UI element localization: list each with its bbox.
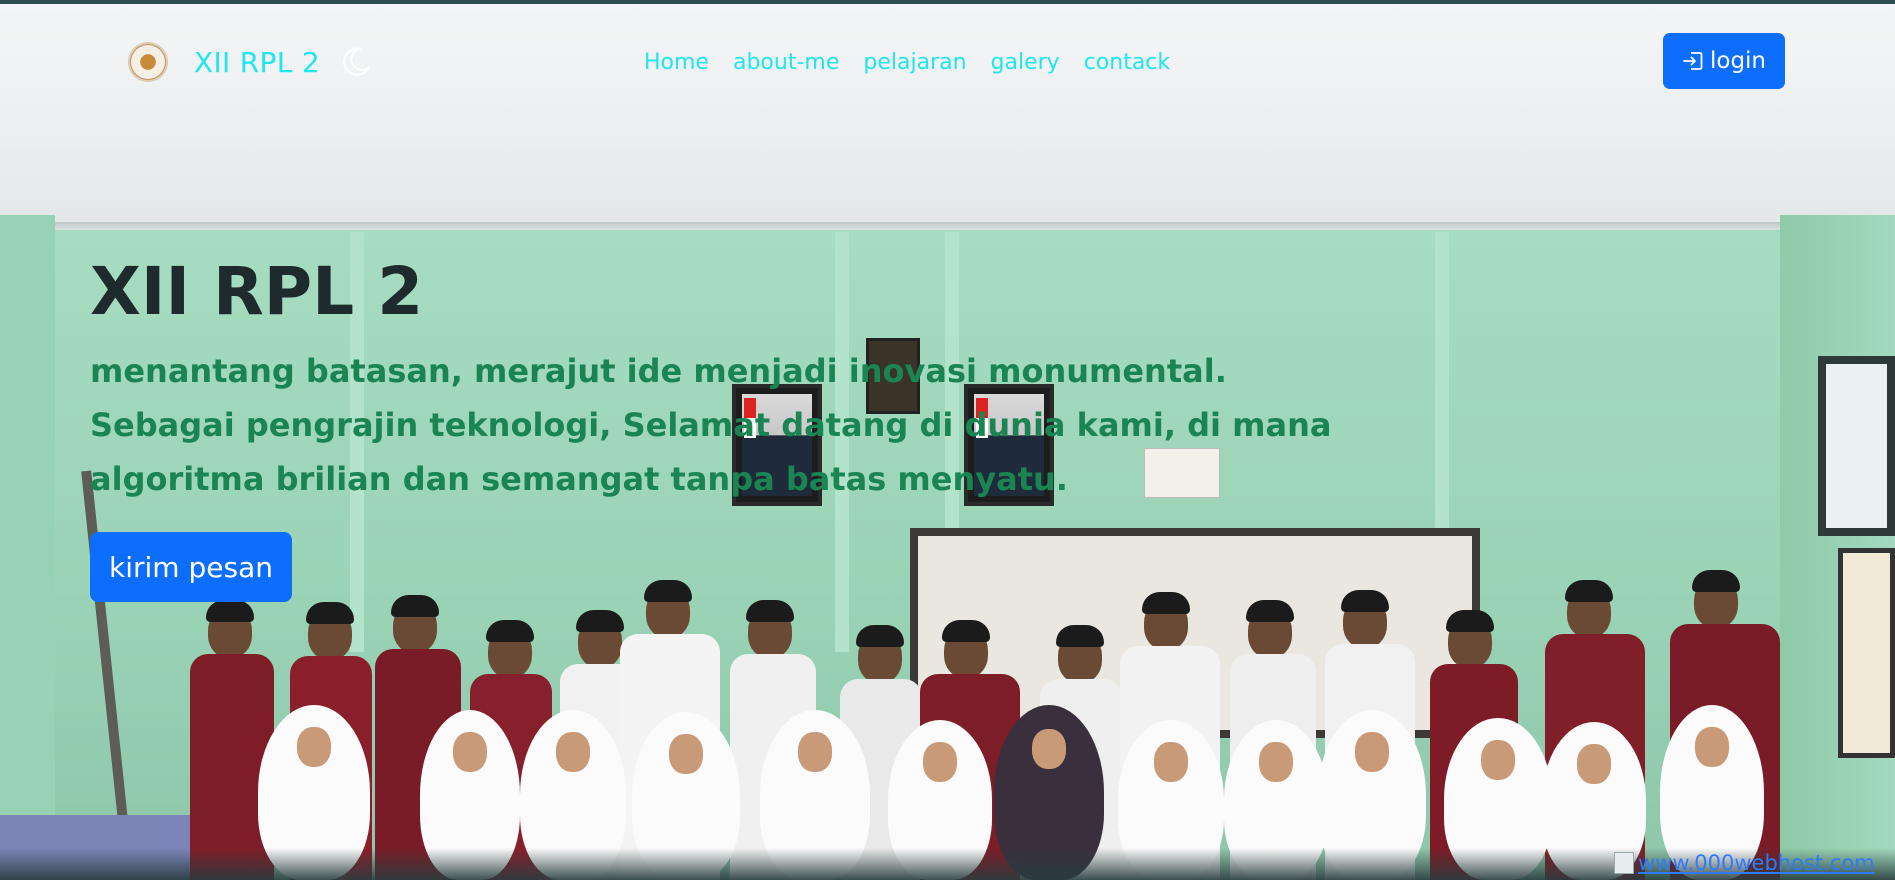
hero-tagline-line: algoritma brilian dan semangat tanpa bat… [90, 460, 1068, 498]
nav-links: Home about-me pelajaran galery contack [644, 50, 1194, 75]
nav-link-about-me[interactable]: about-me [733, 50, 839, 75]
floor-shadow [0, 848, 1895, 880]
login-arrow-icon [1683, 52, 1703, 70]
hero-content: XII RPL 2 menantang batasan, merajut ide… [90, 252, 1332, 506]
theme-toggle-button[interactable] [340, 46, 372, 78]
brand[interactable]: XII RPL 2 [128, 40, 372, 84]
login-label: login [1709, 48, 1767, 74]
hero-tagline-line: menantang batasan, merajut ide menjadi i… [90, 352, 1227, 390]
hero-tagline: menantang batasan, merajut ide menjadi i… [90, 344, 1332, 506]
hero-tagline-line: Sebagai pengrajin teknologi, Selamat dat… [90, 406, 1332, 444]
nav-link-home[interactable]: Home [644, 50, 709, 75]
login-button[interactable]: login [1663, 33, 1785, 89]
group-of-students [0, 570, 1895, 880]
ceiling-shadow [0, 222, 1895, 232]
nav-link-contack[interactable]: contack [1084, 50, 1170, 75]
window [1818, 356, 1895, 536]
hero-title: XII RPL 2 [90, 253, 424, 330]
webhost-badge-text: www.000webhost.com [1638, 851, 1875, 875]
nav-link-galery[interactable]: galery [991, 50, 1060, 75]
brand-name[interactable]: XII RPL 2 [194, 46, 320, 79]
navbar: XII RPL 2 Home about-me pelajaran galery… [0, 4, 1895, 114]
webhost-badge-link[interactable]: www.000webhost.com [1614, 850, 1875, 876]
nav-link-pelajaran[interactable]: pelajaran [863, 50, 966, 75]
moon-icon [342, 47, 371, 76]
broken-image-icon [1614, 852, 1634, 874]
school-logo-icon [128, 42, 168, 82]
send-message-button[interactable]: kirim pesan [90, 532, 292, 602]
